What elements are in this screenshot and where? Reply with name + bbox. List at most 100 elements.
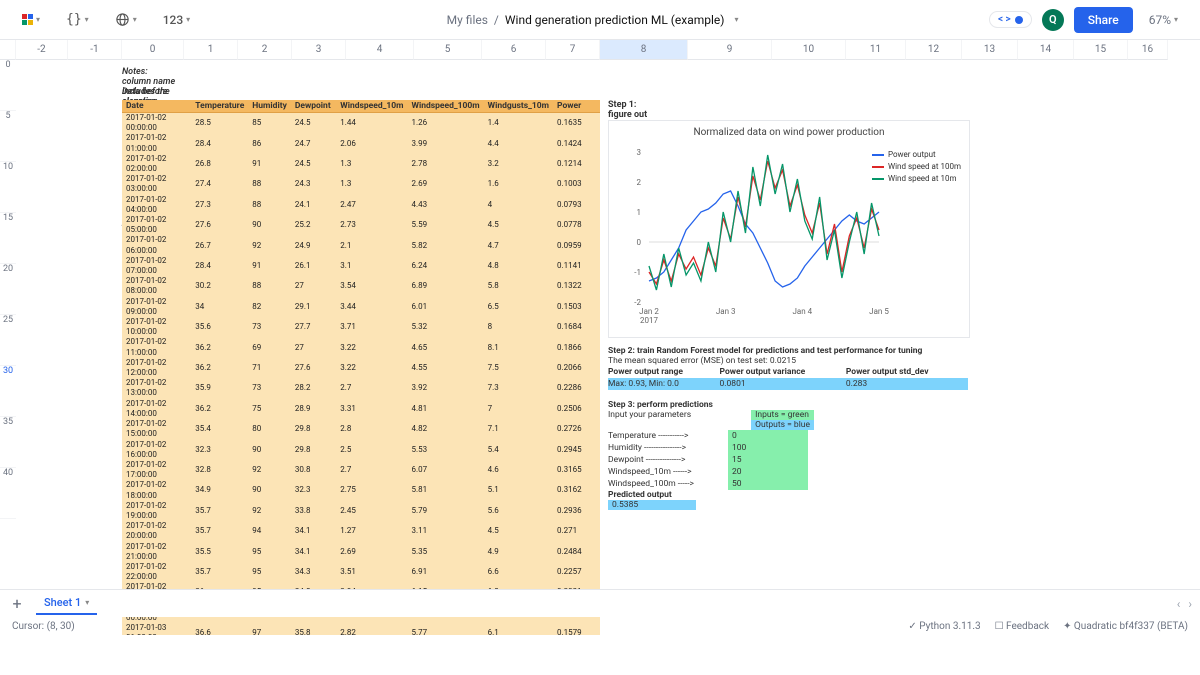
table-row[interactable]: 2017-01-02 12:00:0036.27127.63.224.557.5… xyxy=(122,358,600,378)
param-value[interactable]: 0 xyxy=(728,430,808,442)
code-mode-pill[interactable]: < > xyxy=(989,11,1032,28)
column-header[interactable]: 9 xyxy=(688,40,772,60)
column-header[interactable]: 6 xyxy=(482,40,546,60)
column-header[interactable]: -2 xyxy=(16,40,68,60)
column-header[interactable]: 3 xyxy=(292,40,346,60)
table-header: Power output range xyxy=(608,366,720,378)
table-row[interactable]: 2017-01-02 13:00:0035.97328.22.73.927.30… xyxy=(122,378,600,398)
column-header[interactable]: 0 xyxy=(122,40,184,60)
table-row[interactable]: 2017-01-02 14:00:0036.27528.93.314.8170.… xyxy=(122,399,600,419)
column-header[interactable]: 7 xyxy=(546,40,600,60)
row-header[interactable]: 20 xyxy=(0,264,16,315)
param-value[interactable]: 100 xyxy=(728,442,808,454)
row-header[interactable]: 25 xyxy=(0,315,16,366)
table-row[interactable]: 2017-01-02 09:00:00348229.13.446.016.50.… xyxy=(122,297,600,317)
tab-sheet1[interactable]: Sheet 1 ▾ xyxy=(36,592,97,615)
zoom-menu[interactable]: 67% ▾ xyxy=(1143,9,1184,31)
column-header[interactable] xyxy=(0,40,16,60)
table-cell: 0.0778 xyxy=(553,215,600,235)
globe-menu[interactable]: ▾ xyxy=(109,8,143,31)
file-title[interactable]: Wind generation prediction ML (example) xyxy=(505,13,725,27)
param-value[interactable]: 50 xyxy=(728,478,808,490)
sheet-next-button[interactable]: › xyxy=(1188,597,1192,611)
column-header[interactable]: 4 xyxy=(346,40,414,60)
table-cell: 8.1 xyxy=(484,337,553,357)
table-row[interactable]: 2017-01-02 00:00:0028.58524.51.441.261.4… xyxy=(122,113,600,134)
table-row[interactable]: 2017-01-02 05:00:0027.69025.22.735.594.5… xyxy=(122,215,600,235)
column-header[interactable]: 10 xyxy=(772,40,846,60)
table-row[interactable]: 2017-01-02 18:00:0034.99032.32.755.815.1… xyxy=(122,480,600,500)
table-cell: 91 xyxy=(248,154,291,174)
feedback-link[interactable]: ☐ Feedback xyxy=(995,621,1049,632)
row-header[interactable]: 5 xyxy=(0,111,16,162)
column-header[interactable]: 16 xyxy=(1128,40,1168,60)
table-cell: 3.99 xyxy=(408,133,484,153)
row-header[interactable]: 10 xyxy=(0,162,16,213)
format-menu[interactable]: 123 ▾ xyxy=(157,9,196,31)
param-value[interactable]: 15 xyxy=(728,454,808,466)
column-header[interactable]: -1 xyxy=(68,40,122,60)
column-header[interactable]: 2 xyxy=(238,40,292,60)
table-cell: 2017-01-02 10:00:00 xyxy=(122,317,191,337)
table-cell: 3.11 xyxy=(408,521,484,541)
table-cell: 5.35 xyxy=(408,542,484,562)
column-header[interactable]: 5 xyxy=(414,40,482,60)
table-row[interactable]: 2017-01-02 07:00:0028.49126.13.16.244.80… xyxy=(122,256,600,276)
table-cell: 0.283 xyxy=(846,378,968,390)
table-cell: 0.2066 xyxy=(553,358,600,378)
table-cell: 0.1635 xyxy=(553,113,600,134)
table-cell: 2017-01-02 18:00:00 xyxy=(122,480,191,500)
table-row[interactable]: 2017-01-02 03:00:0027.48824.31.32.691.60… xyxy=(122,174,600,194)
sheet-prev-button[interactable]: ‹ xyxy=(1177,597,1181,611)
table-row[interactable]: 2017-01-02 19:00:0035.79233.82.455.795.6… xyxy=(122,501,600,521)
grid[interactable]: -2-1012345678910111213141516 05101520253… xyxy=(0,40,1200,635)
table-cell: 2017-01-02 07:00:00 xyxy=(122,256,191,276)
breadcrumb-root[interactable]: My files xyxy=(447,13,488,27)
table-cell: 6.07 xyxy=(408,460,484,480)
table-row[interactable]: 2017-01-02 04:00:0027.38824.12.474.4340.… xyxy=(122,195,600,215)
row-header[interactable]: 0 xyxy=(0,60,16,111)
table-row[interactable]: 2017-01-02 15:00:0035.48029.82.84.827.10… xyxy=(122,419,600,439)
column-header[interactable]: 12 xyxy=(906,40,962,60)
table-row[interactable]: 2017-01-02 17:00:0032.89230.82.76.074.60… xyxy=(122,460,600,480)
table-row[interactable]: 2017-01-02 01:00:0028.48624.72.063.994.4… xyxy=(122,133,600,153)
table-row[interactable]: 2017-01-02 08:00:0030.288273.546.895.80.… xyxy=(122,276,600,296)
row-header[interactable]: 30 xyxy=(0,366,16,417)
table-row[interactable]: 2017-01-02 10:00:0035.67327.73.715.3280.… xyxy=(122,317,600,337)
table-cell: 2017-01-02 11:00:00 xyxy=(122,337,191,357)
table-cell: 82 xyxy=(248,297,291,317)
chevron-down-icon[interactable]: ▾ xyxy=(734,15,738,24)
column-header[interactable]: 14 xyxy=(1018,40,1074,60)
table-row[interactable]: 2017-01-02 22:00:0035.79534.33.516.916.6… xyxy=(122,562,600,582)
table-row[interactable]: 2017-01-02 20:00:0035.79434.11.273.114.5… xyxy=(122,521,600,541)
tab-label: Sheet 1 xyxy=(44,596,81,609)
table-cell: 85 xyxy=(248,113,291,134)
table-cell: 6.5 xyxy=(484,297,553,317)
param-value[interactable]: 20 xyxy=(728,466,808,478)
table-row[interactable]: 2017-01-02 21:00:0035.59534.12.695.354.9… xyxy=(122,542,600,562)
table-cell: 35.4 xyxy=(191,419,248,439)
python-status[interactable]: ✓ Python 3.11.3 xyxy=(908,621,980,632)
logo-menu[interactable]: ▾ xyxy=(16,10,46,29)
column-header[interactable]: 13 xyxy=(962,40,1018,60)
table-row[interactable]: 2017-01-02 11:00:0036.269273.224.658.10.… xyxy=(122,337,600,357)
table-cell: 90 xyxy=(248,480,291,500)
table-cell: 0.1424 xyxy=(553,133,600,153)
row-header[interactable]: 40 xyxy=(0,468,16,519)
table-row[interactable]: 2017-01-02 06:00:0026.79224.92.15.824.70… xyxy=(122,235,600,255)
step3-title: Step 3: perform predictions xyxy=(608,400,988,410)
table-row[interactable]: 2017-01-02 02:00:0026.89124.51.32.783.20… xyxy=(122,154,600,174)
column-header[interactable]: 15 xyxy=(1074,40,1128,60)
row-header[interactable]: 15 xyxy=(0,213,16,264)
avatar[interactable]: Q xyxy=(1042,9,1064,31)
code-menu[interactable]: {} ▾ xyxy=(60,8,95,31)
row-header[interactable]: 35 xyxy=(0,417,16,468)
column-header[interactable]: 11 xyxy=(846,40,906,60)
table-cell: 24.1 xyxy=(291,195,336,215)
table-cell: 1.3 xyxy=(336,154,407,174)
share-button[interactable]: Share xyxy=(1074,7,1133,33)
column-header[interactable]: 8 xyxy=(600,40,688,60)
add-sheet-button[interactable]: + xyxy=(8,595,26,613)
table-row[interactable]: 2017-01-02 16:00:0032.39029.82.55.535.40… xyxy=(122,440,600,460)
column-header[interactable]: 1 xyxy=(184,40,238,60)
